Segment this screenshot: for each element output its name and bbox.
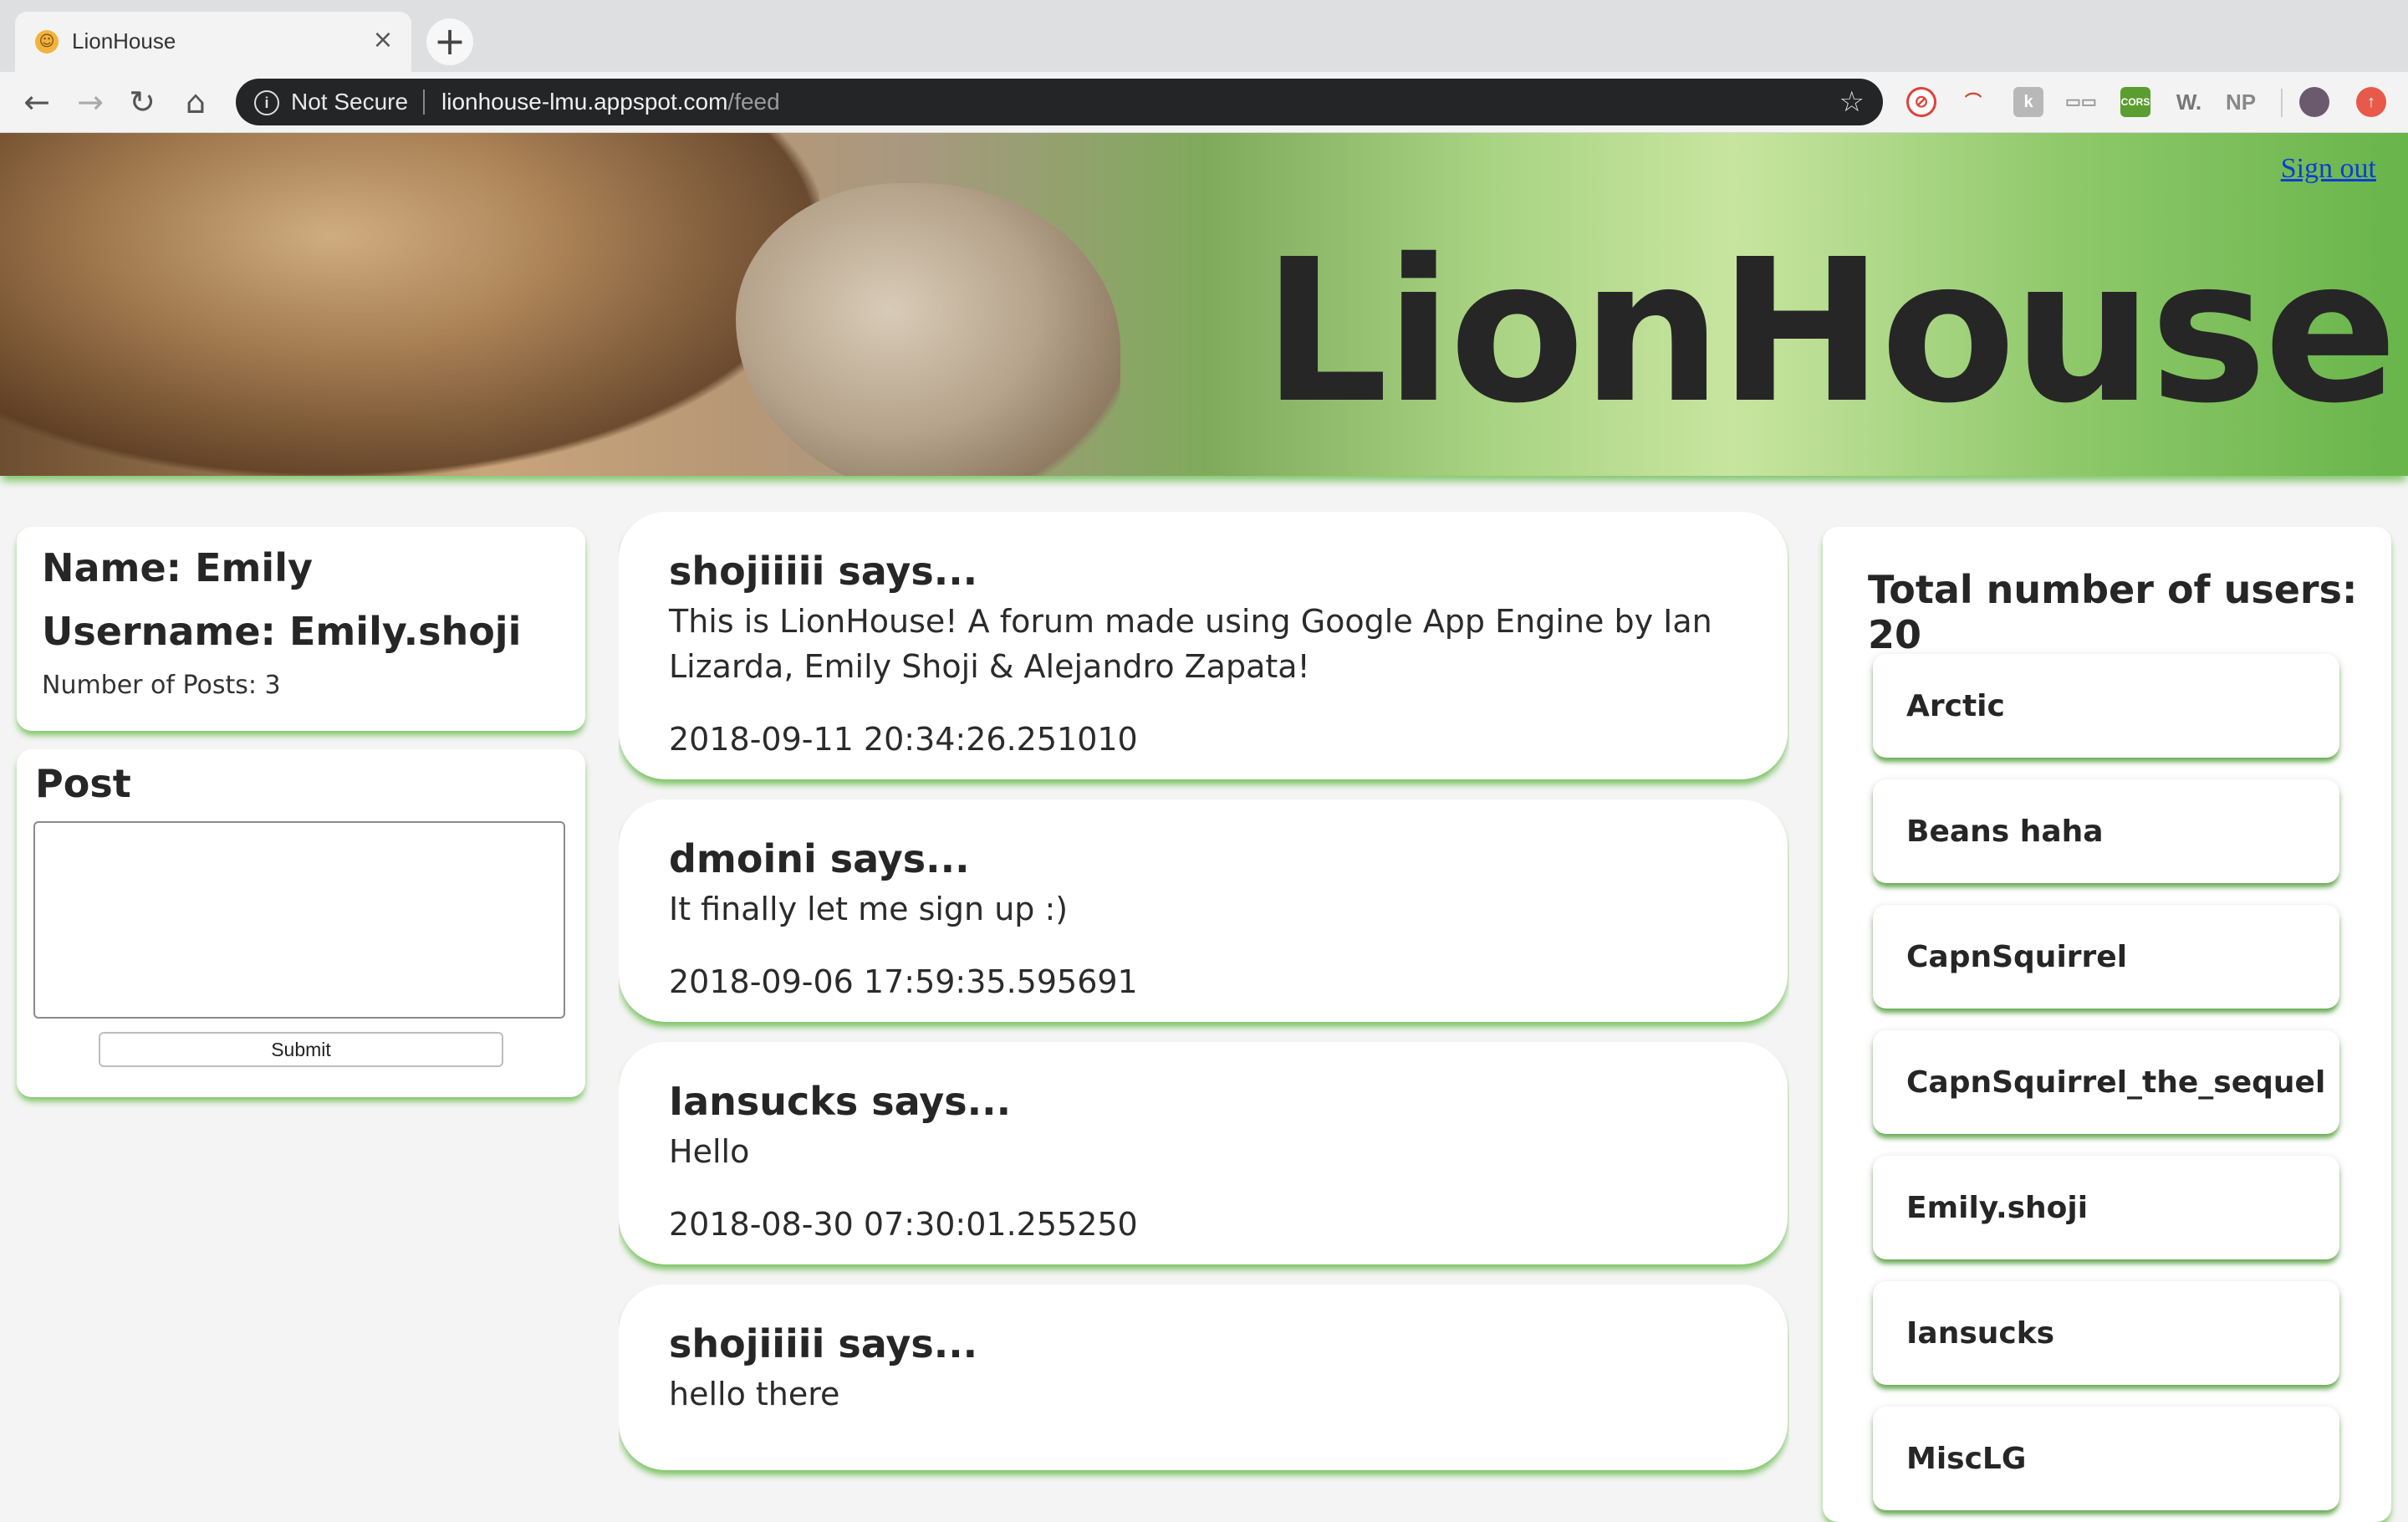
address-divider [423,89,425,115]
post-timestamp [669,1448,1737,1470]
reload-icon[interactable]: ↻ [122,82,162,122]
profile-name: Name: Emily [42,545,313,590]
user-name: Beans haha [1906,815,2104,849]
profile-avatar[interactable] [2299,87,2329,117]
composer-title: Post [35,761,131,806]
user-name: Arctic [1906,689,2005,723]
post-message: This is LionHouse! A forum made using Go… [669,603,1712,685]
forward-icon[interactable]: → [70,82,110,122]
post-author: dmoini says... [669,836,970,881]
address-bar[interactable]: i Not Secure lionhouse-lmu.appspot.com/f… [236,79,1883,125]
profile-username: Username: Emily.shoji [42,609,522,654]
back-icon[interactable]: ← [17,82,57,122]
post-feed: shojiiiii says... This is LionHouse! A f… [619,512,1789,1505]
no-sign-icon[interactable]: ⊘ [1906,87,1936,117]
user-name: Iansucks [1906,1316,2055,1351]
feed-post: Iansucks says... Hello 2018-08-30 07:30:… [619,1042,1788,1264]
post-composer: Post Submit [17,749,585,1097]
w-icon[interactable]: W. [2174,87,2204,117]
lion-mane-image [0,133,819,476]
profile-card: Name: Emily Username: Emily.shoji Number… [17,527,585,731]
lion-favicon-icon: ☺ [35,30,59,54]
post-textarea[interactable] [33,821,565,1019]
site-title: LionHouse [1263,217,2398,447]
post-author: shojiiiii says... [669,549,978,594]
url-path: /feed [727,89,780,115]
post-author: Iansucks says... [669,1079,1012,1124]
bookmark-star-icon[interactable]: ☆ [1839,85,1865,119]
np-icon[interactable]: NP [2226,87,2256,117]
browser-tab[interactable]: ☺ LionHouse × [15,12,411,72]
users-panel: Total number of users: 20 Arctic Beans h… [1823,527,2391,1522]
post-author: shojiiiii says... [669,1321,978,1366]
user-item[interactable]: Emily.shoji [1873,1156,2339,1259]
k-icon[interactable]: k [2013,87,2043,117]
user-name: CapnSquirrel_the_sequel [1906,1065,2326,1100]
post-message: It finally let me sign up :) [669,891,1069,927]
feed-post: dmoini says... It finally let me sign up… [619,799,1788,1022]
submit-button[interactable]: Submit [99,1032,503,1067]
rainbow-icon[interactable]: ⌒ [1958,87,1988,117]
sign-out-link[interactable]: Sign out [2281,153,2376,185]
user-item[interactable]: CapnSquirrel_the_sequel [1873,1030,2339,1134]
tab-close-icon[interactable]: × [368,25,398,55]
total-users: Total number of users: 20 [1868,567,2358,657]
feed-post: shojiiiii says... This is LionHouse! A f… [619,512,1788,779]
cors-icon[interactable]: CORS [2120,87,2150,117]
user-item[interactable]: CapnSquirrel [1873,905,2339,1009]
toolbar-divider [2281,89,2283,117]
user-item[interactable]: Iansucks [1873,1281,2339,1385]
post-timestamp: 2018-09-11 20:34:26.251010 [669,721,1138,758]
user-item[interactable]: Arctic [1873,654,2339,758]
post-timestamp: 2018-09-06 17:59:35.595691 [669,963,1138,1000]
security-label[interactable]: Not Secure [291,89,408,115]
glasses-icon[interactable]: ▭▭ [2065,87,2097,117]
lion-muzzle-image [736,183,1120,476]
user-item[interactable]: Beans haha [1873,779,2339,883]
user-item[interactable]: MiscLG [1873,1407,2339,1510]
header-banner: LionHouse Sign out [0,133,2408,476]
tab-title: LionHouse [72,28,176,54]
post-timestamp: 2018-08-30 07:30:01.255250 [669,1206,1138,1243]
profile-post-count: Number of Posts: 3 [42,671,281,700]
new-tab-button[interactable]: + [426,18,473,65]
user-name: Emily.shoji [1906,1191,2089,1225]
post-message: Hello [669,1133,750,1170]
feed-post: shojiiiii says... hello there [619,1285,1788,1470]
url-host: lionhouse-lmu.appspot.com [441,89,728,115]
update-icon[interactable]: ↑ [2356,87,2386,117]
browser-tab-strip: ☺ LionHouse × + [0,0,2408,72]
url-text[interactable]: lionhouse-lmu.appspot.com/feed [441,89,780,115]
home-icon[interactable]: ⌂ [176,82,216,122]
post-message: hello there [669,1376,840,1412]
info-icon[interactable]: i [254,90,279,115]
user-name: CapnSquirrel [1906,940,2128,974]
browser-toolbar: ← → ↻ ⌂ i Not Secure lionhouse-lmu.appsp… [0,72,2408,133]
user-name: MiscLG [1906,1442,2027,1476]
